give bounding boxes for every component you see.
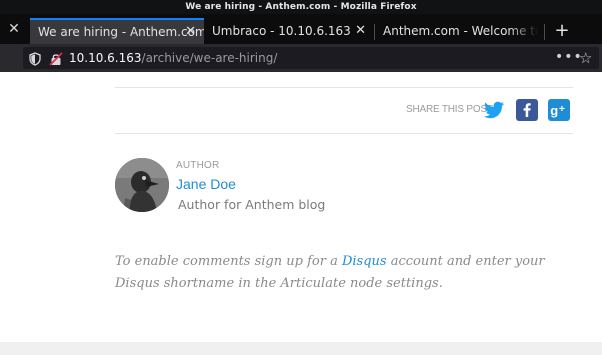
svg-text:g: g: [550, 103, 558, 118]
author-name-link[interactable]: Jane Doe: [176, 176, 236, 192]
svg-text:+: +: [559, 104, 565, 115]
url-path: /archive/we-are-hiring/: [141, 51, 278, 65]
close-icon[interactable]: ✕: [185, 20, 196, 44]
author-bio: Author for Anthem blog: [178, 197, 326, 212]
share-label: SHARE THIS POST: [406, 104, 493, 115]
close-icon[interactable]: ✕: [4, 20, 24, 38]
url-bar[interactable]: 10.10.6.163/archive/we-are-hiring/ ••• ☆: [23, 47, 599, 69]
google-plus-icon[interactable]: g +: [548, 99, 570, 121]
tab-label: Umbraco - 10.10.6.163: [212, 24, 351, 38]
twitter-icon[interactable]: [483, 99, 505, 121]
tab-umbraco[interactable]: Umbraco - 10.10.6.163 ✕: [204, 18, 374, 44]
avatar: [115, 158, 169, 212]
close-icon[interactable]: ✕: [355, 18, 366, 44]
tab-separator: [544, 24, 545, 40]
comments-text-before: To enable comments sign up for a: [115, 254, 342, 269]
tab-strip: ✕ We are hiring - Anthem.com ✕ Umbraco -…: [0, 14, 602, 44]
url-host: 10.10.6.163: [69, 51, 142, 65]
new-tab-icon[interactable]: +: [552, 18, 572, 44]
comments-notice: To enable comments sign up for a Disqus …: [115, 251, 585, 295]
tab-fade: [508, 18, 544, 44]
author-eyebrow: AUTHOR: [176, 160, 220, 171]
shield-icon[interactable]: [29, 51, 41, 70]
divider: [115, 87, 573, 88]
bookmark-star-icon[interactable]: ☆: [579, 49, 592, 67]
url-text[interactable]: 10.10.6.163/archive/we-are-hiring/: [69, 47, 277, 69]
divider: [115, 133, 573, 134]
tab-label: We are hiring - Anthem.com: [38, 25, 204, 39]
window-title: We are hiring - Anthem.com - Mozilla Fir…: [0, 0, 602, 14]
nav-bar: 10.10.6.163/archive/we-are-hiring/ ••• ☆: [0, 44, 602, 72]
tab-we-are-hiring[interactable]: We are hiring - Anthem.com ✕: [30, 18, 204, 44]
facebook-icon[interactable]: [516, 99, 538, 121]
insecure-lock-icon[interactable]: [49, 51, 63, 70]
footer-band: [0, 342, 602, 355]
disqus-link[interactable]: Disqus: [342, 254, 387, 269]
